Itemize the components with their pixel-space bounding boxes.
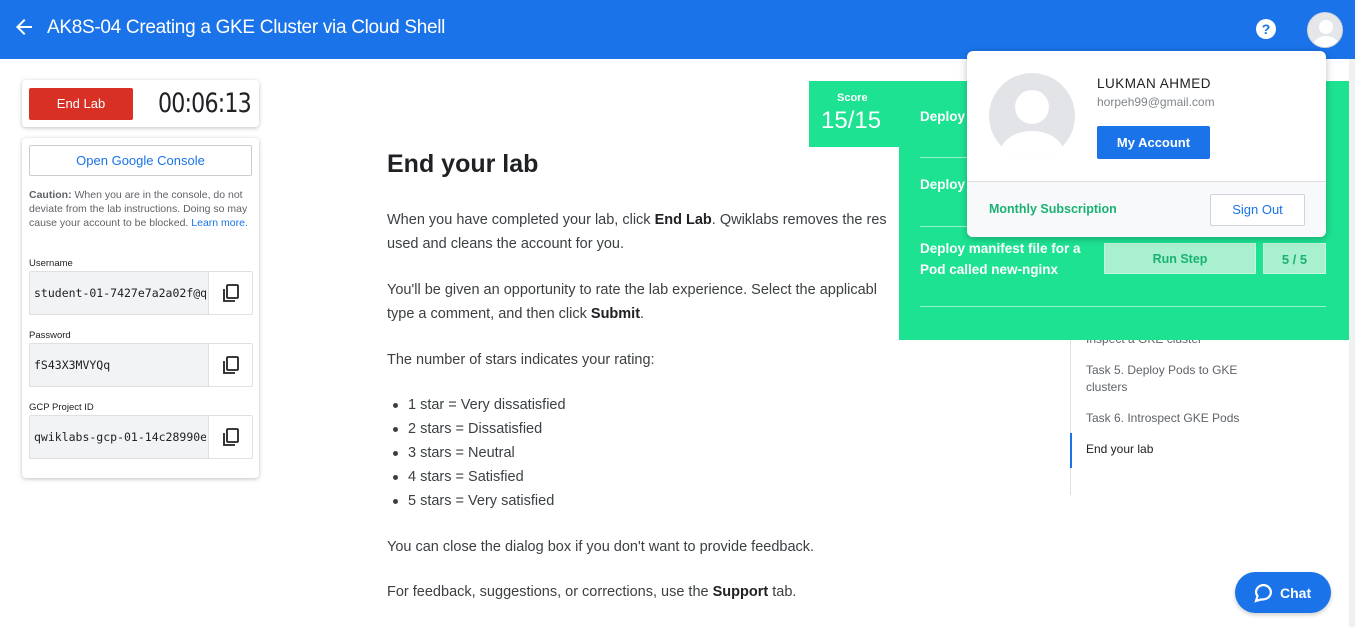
username-label: Username [29,258,73,269]
chat-label: Chat [1280,585,1312,601]
text: You'll be given an opportunity to rate t… [387,282,877,298]
list-item: 1 star = Very dissatisfied [387,393,566,417]
lab-title: AK8S-04 Creating a GKE Cluster via Cloud… [47,17,446,38]
text: used and cleans the account for you. [387,236,624,252]
account-popup-footer: Monthly Subscription Sign Out [967,181,1326,237]
page-scrollbar[interactable] [1349,59,1355,627]
end-lab-paragraph: When you have completed your lab, click … [387,208,947,256]
rating-list: 1 star = Very dissatisfied 2 stars = Dis… [387,393,566,513]
support-link[interactable]: Support [713,584,769,600]
caution-text: Caution: When you are in the console, do… [29,188,255,230]
rating-paragraph: You'll be given an opportunity to rate t… [387,278,947,326]
step-label: Deploy [920,177,966,192]
copy-password-button[interactable] [208,344,252,386]
text: When you have completed your lab, click [387,212,655,228]
stars-paragraph: The number of stars indicates your ratin… [387,352,655,368]
text: For feedback, suggestions, or correction… [387,584,713,600]
text: . Qwiklabs removes the res [711,212,887,228]
sign-out-button[interactable]: Sign Out [1210,194,1305,226]
copy-project-id-button[interactable] [208,416,252,458]
avatar [989,73,1075,159]
step-label: Deploy [920,109,966,124]
text: tab. [768,584,797,600]
chat-button[interactable]: Chat [1235,572,1331,613]
password-label: Password [29,330,71,341]
password-field[interactable]: fS43X3MVYQq [29,343,253,387]
list-item: 4 stars = Satisfied [387,465,566,489]
lab-timer: 00:06:13 [158,88,252,119]
open-google-console-button[interactable]: Open Google Console [29,145,252,176]
toc-item-end-your-lab[interactable]: End your lab [1086,441,1246,458]
step-divider [920,306,1326,307]
step-score: 5 / 5 [1263,243,1326,274]
close-dialog-paragraph: You can close the dialog box if you don'… [387,539,815,555]
help-icon[interactable]: ? [1256,19,1276,39]
feedback-paragraph: For feedback, suggestions, or correction… [387,580,947,604]
step-label: Deploy manifest file for a Pod called ne… [920,241,1081,277]
copy-icon [223,356,239,374]
copy-icon [223,284,239,302]
chat-bubble-icon [1254,583,1272,603]
list-item: 5 stars = Very satisfied [387,489,566,513]
toc-item-task-6[interactable]: Task 6. Introspect GKE Pods [1086,410,1246,427]
account-email: horpeh99@gmail.com [1097,95,1215,109]
section-title: End your lab [387,150,539,178]
lab-control-card: End Lab 00:06:13 [22,80,259,127]
copy-icon [223,428,239,446]
score-badge[interactable]: Score 15/15 [809,81,899,147]
project-id-value: qwiklabs-gcp-01-14c28990e [34,430,206,444]
project-id-label: GCP Project ID [29,402,94,413]
text: type a comment, and then click [387,306,591,322]
account-popup: LUKMAN AHMED horpeh99@gmail.com My Accou… [967,51,1326,237]
account-name: LUKMAN AHMED [1097,76,1212,91]
username-field[interactable]: student-01-7427e7a2a02f@qwiklabs.net [29,271,253,315]
project-id-field[interactable]: qwiklabs-gcp-01-14c28990e [29,415,253,459]
learn-more-link[interactable]: Learn more. [191,217,248,229]
caution-label: Caution: [29,189,72,201]
text-bold: Submit [590,306,641,322]
list-item: 3 stars = Neutral [387,441,566,465]
list-item: 2 stars = Dissatisfied [387,417,566,441]
text: . [640,306,645,322]
credentials-panel: Open Google Console Caution: When you ar… [22,138,259,478]
toc-track [1070,330,1071,495]
copy-username-button[interactable] [208,272,252,314]
score-value: 15/15 [821,107,882,134]
toc-active-indicator [1070,433,1072,468]
account-avatar-button[interactable] [1307,12,1343,48]
text-bold: End Lab [654,212,712,228]
score-label: Score [837,92,868,104]
arrow-left-icon[interactable] [14,17,36,41]
toc-item-task-5[interactable]: Task 5. Deploy Pods to GKE clusters [1086,362,1246,396]
run-step-button[interactable]: Run Step [1104,243,1256,274]
end-lab-button[interactable]: End Lab [29,88,133,120]
password-value: fS43X3MVYQq [34,358,111,372]
my-account-button[interactable]: My Account [1097,126,1210,159]
username-value: student-01-7427e7a2a02f@qwiklabs.net [34,286,206,300]
subscription-label: Monthly Subscription [989,202,1117,216]
